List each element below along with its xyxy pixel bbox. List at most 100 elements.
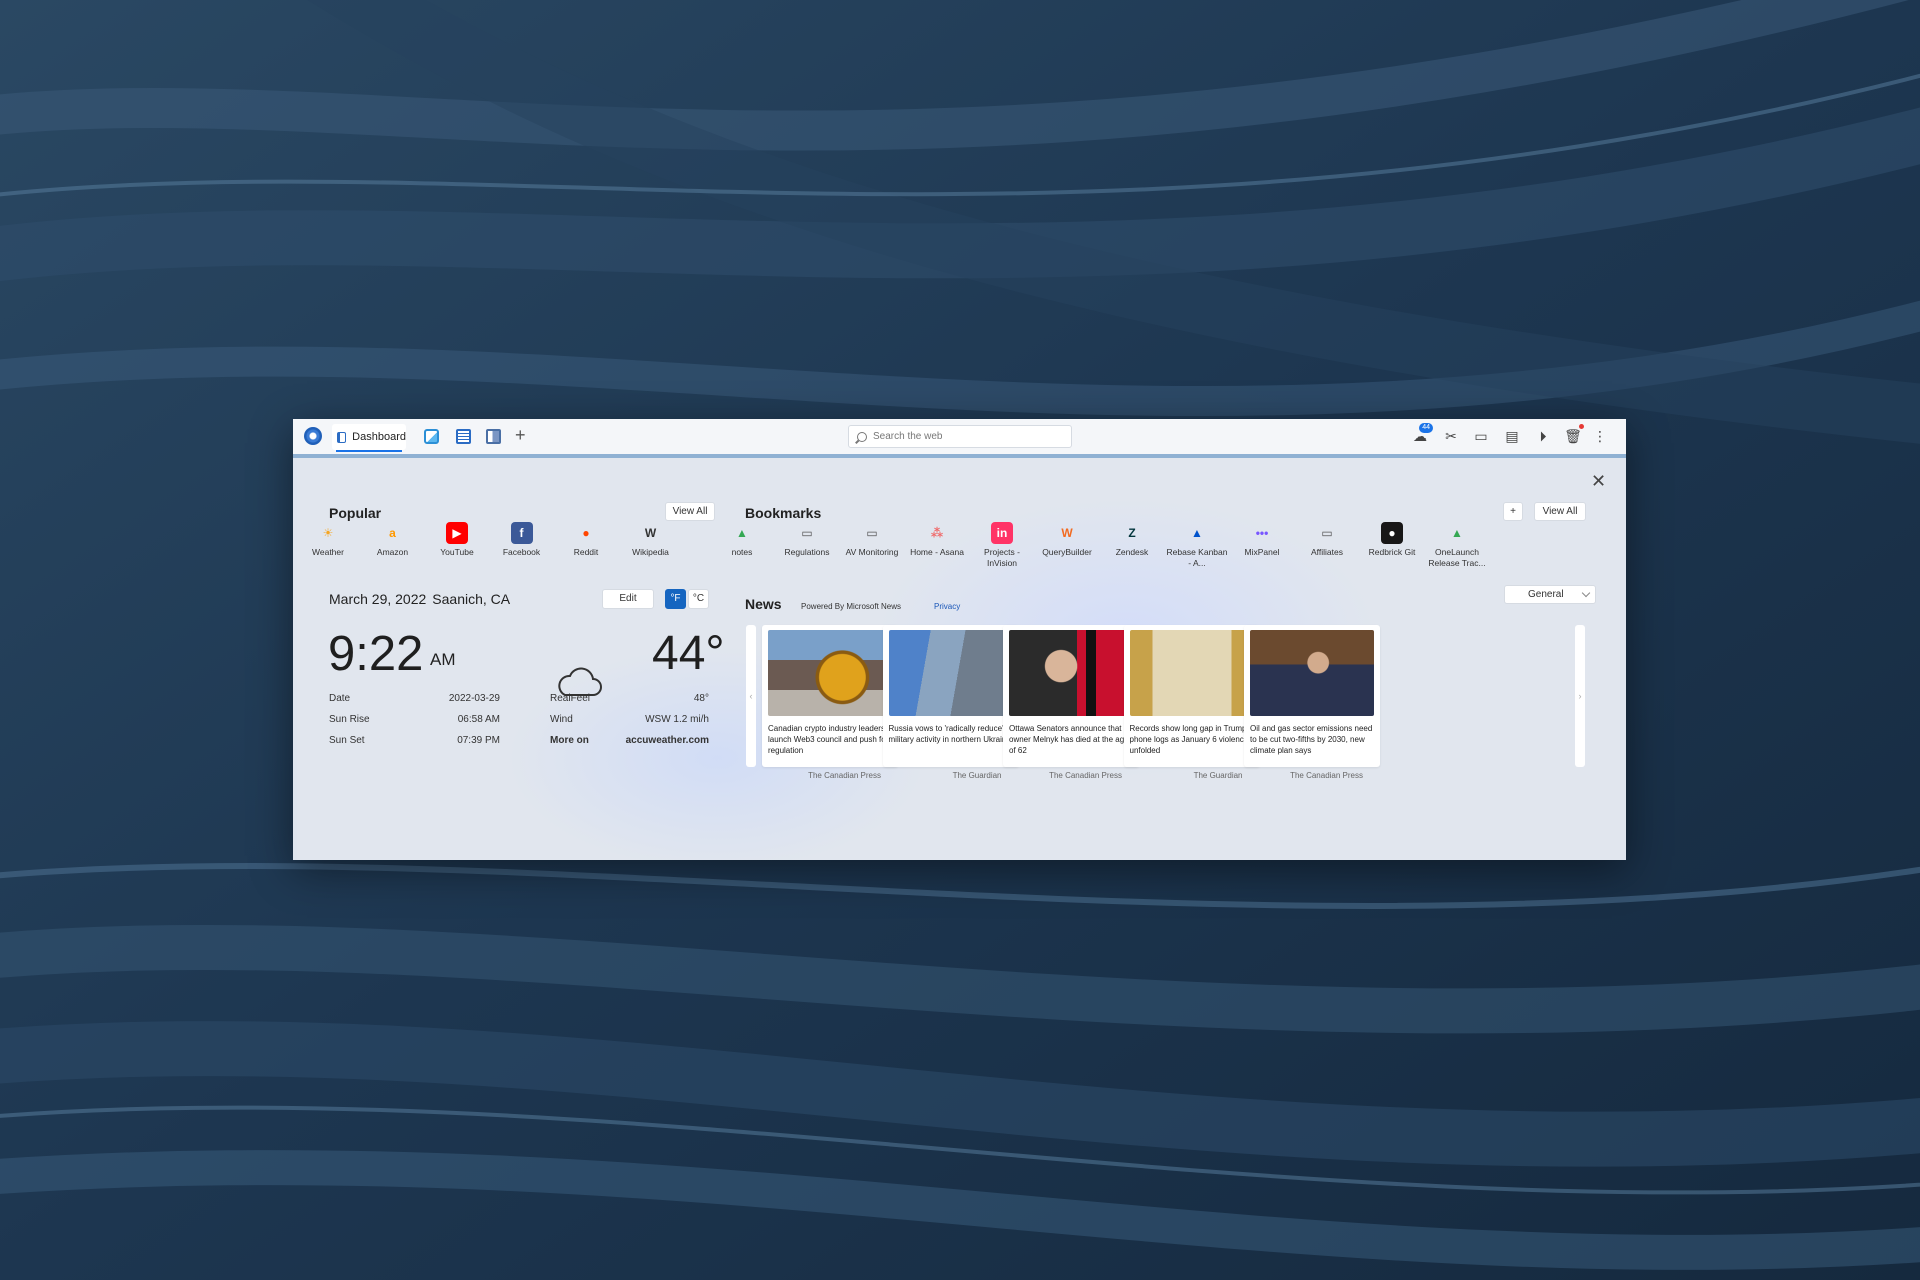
news-next-button[interactable]: › [1575, 625, 1585, 767]
calculator-icon[interactable] [456, 429, 471, 444]
youtube-icon: ▶ [446, 522, 468, 544]
weather-icon: ☀ [322, 525, 334, 540]
tile-label: MixPanel [1244, 547, 1280, 557]
weather-row-value: WSW 1.2 mi/h [645, 714, 709, 725]
popular-item[interactable]: ☀ Weather [297, 522, 359, 558]
bookmarks-item[interactable]: W QueryBuilder [1036, 522, 1098, 558]
fahrenheit-toggle[interactable]: °F [665, 589, 686, 609]
mixpanel-icon: ••• [1255, 525, 1269, 540]
news-category-select[interactable]: General [1504, 585, 1596, 604]
onelaunch-window: Dashboard + Search the web ☁ 44 ✂ ▭ ▤ ⏵ 🗑… [293, 419, 1626, 860]
atlassian-icon: ▲ [1191, 525, 1203, 540]
photos-icon[interactable] [424, 429, 439, 444]
chevron-down-icon [1581, 588, 1591, 598]
popular-item[interactable]: W Wikipedia [620, 522, 682, 558]
google-drive-icon: ▲ [736, 525, 748, 540]
news-source: The Canadian Press [808, 771, 881, 780]
tab-dashboard[interactable]: Dashboard [332, 424, 406, 452]
news-card[interactable]: Oil and gas sector emissions need to be … [1244, 625, 1380, 767]
accuweather-link[interactable]: accuweather.com [550, 735, 709, 746]
facebook-icon: f [510, 522, 533, 544]
tile-label: Zendesk [1115, 547, 1149, 557]
bookmarks-item[interactable]: ••• MixPanel [1231, 522, 1293, 558]
bookmarks-item[interactable]: ▭ Regulations [776, 522, 838, 558]
bookmarks-item[interactable]: in Projects - InVision [971, 522, 1033, 569]
bookmarks-item[interactable]: ● Redbrick Git [1361, 522, 1423, 558]
video-camera-icon[interactable]: ▭ [1472, 427, 1490, 445]
weather-date-location: March 29, 2022 Saanich, CA [329, 591, 510, 607]
popular-view-all-button[interactable]: View All [665, 502, 715, 521]
trash-icon[interactable]: 🗑 [1564, 424, 1584, 445]
add-tab-icon[interactable]: + [515, 425, 526, 446]
weather-row-value: 07:39 PM [457, 735, 500, 746]
edit-location-button[interactable]: Edit [602, 589, 654, 609]
more-options-icon[interactable]: ⋮ [1591, 427, 1609, 445]
bookmarks-item[interactable]: ▲ OneLaunch Release Trac... [1426, 522, 1488, 569]
search-input[interactable]: Search the web [848, 425, 1072, 448]
tile-label: Rebase Kanban - A... [1166, 547, 1228, 568]
news-card[interactable]: Russia vows to 'radically reduce' milita… [882, 625, 1019, 767]
tile-label: Projects - InVision [984, 547, 1020, 568]
popular-item[interactable]: ● Reddit [555, 522, 617, 558]
news-prev-button[interactable]: ‹ [746, 625, 756, 767]
news-privacy-link[interactable]: Privacy [934, 602, 960, 611]
bookmarks-item[interactable]: ▲ notes [711, 522, 773, 558]
bookmarks-item[interactable]: ▭ Affiliates [1296, 522, 1358, 558]
wikipedia-icon: W [644, 525, 657, 540]
amazon-icon: a [389, 525, 396, 540]
calendar-icon[interactable]: ▤ [1503, 427, 1521, 445]
tab-dashboard-label: Dashboard [352, 431, 406, 443]
popular-item[interactable]: a Amazon [362, 522, 424, 558]
news-title: News [745, 596, 782, 612]
weather-row-value: 2022-03-29 [448, 693, 500, 704]
celsius-toggle[interactable]: °C [688, 589, 709, 609]
querybuilder-icon: W [1061, 525, 1073, 540]
tile-label: Amazon [376, 547, 409, 557]
scissors-icon[interactable]: ✂ [1442, 427, 1460, 445]
tile-label: QueryBuilder [1042, 547, 1092, 557]
news-category-value: General [1528, 589, 1564, 600]
invision-icon: in [991, 522, 1013, 544]
tile-label: Wikipedia [632, 547, 669, 557]
asana-icon: ⁂ [930, 525, 944, 540]
bookmarks-item[interactable]: ⁂ Home - Asana [906, 522, 968, 558]
weather-cloud-icon[interactable]: ☁ 44 [1411, 423, 1433, 445]
folder-icon: ▭ [1321, 525, 1333, 540]
tile-label: Weather [312, 547, 344, 557]
dashboard-icon [337, 431, 347, 443]
news-powered-by: Powered By Microsoft News [801, 602, 902, 611]
active-tab-underline [336, 450, 402, 452]
news-card[interactable]: Ottawa Senators announce that owner Meln… [1003, 625, 1139, 767]
tile-label: Affiliates [1311, 547, 1343, 557]
folder-icon: ▭ [866, 525, 878, 540]
onelaunch-logo-icon[interactable] [304, 427, 322, 445]
news-thumbnail [768, 630, 892, 716]
bookmarks-item[interactable]: ▭ AV Monitoring [841, 522, 903, 558]
popular-item[interactable]: f Facebook [491, 522, 553, 558]
dashboard-panel: ✕ Popular View All ☀ Weather a Amazon ▶ YouTu… [297, 458, 1620, 860]
reddit-icon: ● [582, 525, 590, 540]
close-icon[interactable]: ✕ [1591, 472, 1606, 490]
weather-location: Saanich, CA [432, 591, 511, 607]
weather-badge: 44 [1419, 423, 1433, 433]
tile-label: Facebook [502, 547, 541, 557]
search-placeholder: Search the web [873, 431, 943, 442]
bookmarks-item[interactable]: ▲ Rebase Kanban - A... [1166, 522, 1228, 569]
toolbar: Dashboard + Search the web ☁ 44 ✂ ▭ ▤ ⏵ 🗑… [293, 419, 1626, 458]
popular-item[interactable]: ▶ YouTube [426, 522, 488, 558]
news-headline: Oil and gas sector emissions need to be … [1250, 724, 1373, 755]
add-bookmark-button[interactable]: + [1503, 502, 1523, 521]
play-icon[interactable]: ⏵ [1534, 427, 1552, 445]
news-card[interactable]: Canadian crypto industry leaders launch … [762, 625, 898, 767]
news-source: The Canadian Press [1049, 771, 1122, 780]
bookmarks-item[interactable]: Z Zendesk [1101, 522, 1163, 558]
task-manager-icon[interactable] [486, 429, 501, 444]
github-icon: ● [1381, 522, 1403, 544]
news-card[interactable]: Records show long gap in Trump phone log… [1123, 625, 1260, 767]
news-thumbnail [1009, 630, 1133, 716]
notification-dot [1579, 424, 1584, 429]
tile-label: notes [731, 547, 753, 557]
bookmarks-view-all-button[interactable]: View All [1534, 502, 1586, 521]
tile-label: Reddit [573, 547, 599, 557]
current-time: 9:22 [328, 627, 424, 681]
